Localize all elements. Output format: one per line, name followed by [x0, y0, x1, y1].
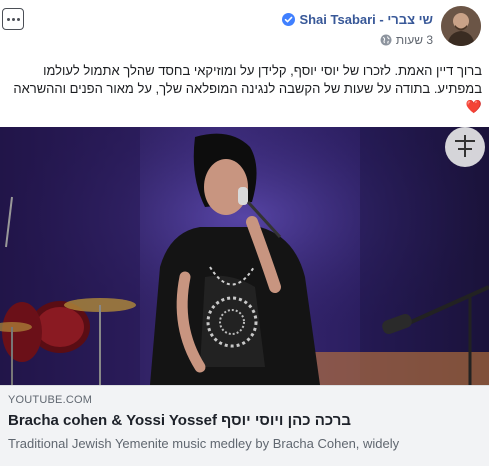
avatar-image — [441, 6, 481, 46]
post-text: ברוך דיין האמת. לזכרו של יוסי יוסף, קליד… — [13, 63, 482, 96]
post-body: ברוך דיין האמת. לזכרו של יוסי יוסף, קליד… — [8, 62, 482, 116]
author-line: Shai Tsabari - שי צברי — [282, 12, 433, 27]
link-preview[interactable]: YOUTUBE.COM Bracha cohen & Yossi Yossef … — [0, 385, 489, 466]
author-avatar[interactable] — [441, 6, 481, 46]
verified-badge-icon — [282, 13, 296, 26]
post-timestamp[interactable]: 3 שעות — [396, 33, 433, 47]
video-thumbnail[interactable] — [0, 127, 489, 385]
more-options-icon[interactable] — [2, 8, 24, 30]
video-frame-image — [0, 127, 489, 385]
globe-icon[interactable] — [380, 34, 392, 46]
link-domain: YOUTUBE.COM — [8, 394, 93, 406]
post-header: Shai Tsabari - שי צברי 3 שעות — [0, 0, 489, 60]
author-name-link[interactable]: Shai Tsabari - שי צברי — [299, 12, 433, 27]
link-description: Traditional Jewish Yemenite music medley… — [8, 436, 400, 451]
post-meta: 3 שעות — [380, 33, 433, 47]
link-title[interactable]: Bracha cohen & Yossi Yossef ברכה כהן ויו… — [8, 412, 482, 429]
heart-emoji: ❤️ — [465, 99, 482, 114]
